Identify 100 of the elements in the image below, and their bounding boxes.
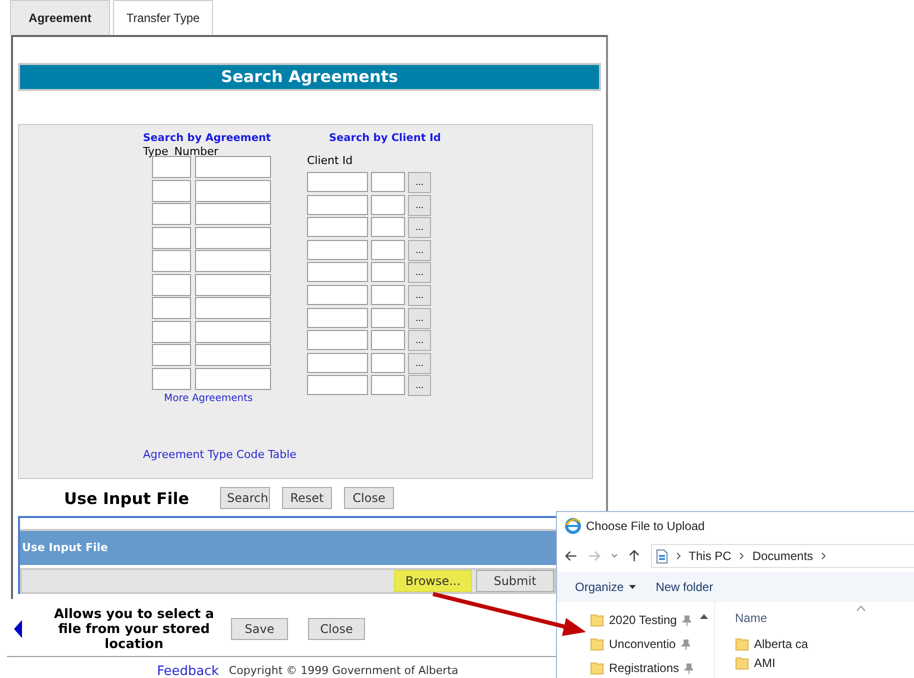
address-bar[interactable]: This PC Documents [650, 544, 914, 568]
client-id-field[interactable] [307, 284, 368, 305]
number-field[interactable] [195, 180, 271, 202]
client-id-field[interactable] [307, 194, 368, 215]
client-id-field[interactable] [307, 330, 368, 350]
lookup-button[interactable]: ... [408, 172, 431, 193]
type-field[interactable] [152, 344, 191, 366]
lookup-button[interactable]: ... [408, 330, 431, 352]
forward-arrow-icon [588, 550, 600, 562]
copyright-text: Copyright © 1999 Government of Alberta [228, 664, 458, 678]
organize-button[interactable]: Organize [575, 580, 636, 594]
lookup-button[interactable]: ... [408, 217, 431, 238]
callout-heading: Use Input File [63, 488, 190, 508]
page-title: Search Agreements [18, 63, 601, 91]
tab[interactable]: Transfer Type [113, 0, 213, 35]
form-button[interactable]: Close [308, 618, 365, 640]
lookup-button[interactable]: ... [408, 375, 431, 396]
number-field[interactable] [195, 250, 271, 272]
folder-name: 2020 Testing [609, 613, 677, 627]
chevron-right-icon [821, 552, 826, 560]
submit-button[interactable]: Submit [476, 570, 554, 592]
file-path-field[interactable]: Browse... Submit [20, 568, 556, 594]
type-field[interactable] [152, 250, 191, 272]
folder-name: Unconventio [609, 637, 676, 651]
chevron-down-icon [611, 553, 618, 559]
number-field[interactable] [195, 297, 271, 319]
feedback-link[interactable]: Feedback [157, 664, 219, 678]
form-button[interactable]: Save [231, 618, 288, 640]
breadcrumb-item[interactable]: Documents [752, 549, 814, 563]
back-arrow-icon [565, 550, 578, 562]
panel-header: Use Input File [20, 529, 556, 565]
column-header[interactable]: Name [735, 611, 768, 625]
new-folder-button[interactable]: New folder [656, 580, 714, 594]
folder-icon [590, 637, 604, 651]
column-label: Number [174, 147, 218, 156]
client-suffix-field[interactable] [371, 217, 405, 238]
chevron-right-icon [676, 552, 681, 560]
caret-icon [628, 585, 636, 589]
number-field[interactable] [195, 320, 271, 342]
client-suffix-field[interactable] [371, 308, 405, 328]
column-label: Type [143, 147, 168, 156]
client-suffix-field[interactable] [371, 172, 405, 192]
client-suffix-field[interactable] [371, 284, 405, 305]
type-field[interactable] [152, 203, 191, 225]
folder-icon [590, 613, 604, 627]
lookup-button[interactable]: ... [408, 308, 431, 329]
number-field[interactable] [195, 368, 271, 390]
number-field[interactable] [195, 226, 271, 248]
folder-icon [735, 636, 749, 650]
type-field[interactable] [152, 274, 191, 296]
form-button[interactable]: Close [344, 487, 394, 509]
client-id-field[interactable] [307, 308, 368, 328]
client-id-field[interactable] [307, 375, 368, 396]
field-label: Client Id [307, 153, 354, 169]
client-suffix-field[interactable] [371, 352, 405, 373]
up-arrow-icon [629, 549, 640, 563]
breadcrumb-item[interactable]: This PC [688, 549, 732, 563]
dialog-title: Choose File to Upload [586, 519, 705, 533]
callout-note: Allows you to select a file from your stored location [52, 606, 216, 652]
client-id-field[interactable] [307, 217, 368, 238]
document-icon [656, 548, 668, 564]
lookup-button[interactable]: ... [408, 262, 431, 284]
browse-button[interactable]: Browse... [394, 570, 472, 592]
type-field[interactable] [152, 368, 191, 390]
scroll-up-icon [700, 614, 708, 619]
folder-icon [735, 656, 749, 670]
left-triangle-icon [14, 620, 22, 638]
number-field[interactable] [195, 156, 271, 178]
lookup-button[interactable]: ... [408, 194, 431, 216]
folder-name: Alberta ca [754, 636, 808, 650]
client-suffix-field[interactable] [371, 262, 405, 282]
client-suffix-field[interactable] [371, 375, 405, 396]
form-button[interactable]: Reset [282, 487, 332, 509]
client-id-field[interactable] [307, 172, 368, 192]
section-heading: Search by Agreement [143, 132, 272, 146]
client-suffix-field[interactable] [371, 240, 405, 260]
type-field[interactable] [152, 320, 191, 342]
client-id-field[interactable] [307, 352, 368, 373]
lookup-button[interactable]: ... [408, 352, 431, 374]
type-field[interactable] [152, 156, 191, 178]
number-field[interactable] [195, 274, 271, 296]
chevron-right-icon [739, 552, 744, 560]
sort-caret-icon [857, 606, 865, 611]
folder-icon [590, 661, 604, 675]
lookup-button[interactable]: ... [408, 284, 431, 306]
form-button[interactable]: Search [220, 487, 270, 509]
type-field[interactable] [152, 180, 191, 202]
type-field[interactable] [152, 297, 191, 319]
tab[interactable]: Agreement [10, 0, 110, 35]
client-id-field[interactable] [307, 262, 368, 282]
number-field[interactable] [195, 203, 271, 225]
type-field[interactable] [152, 226, 191, 248]
client-suffix-field[interactable] [371, 330, 405, 350]
client-id-field[interactable] [307, 240, 368, 260]
section-heading: Search by Client Id [328, 132, 441, 146]
number-field[interactable] [195, 344, 271, 366]
code-table-link[interactable]: Agreement Type Code Table [143, 448, 296, 461]
more-agreements-link[interactable]: More Agreements [164, 393, 293, 404]
lookup-button[interactable]: ... [408, 240, 431, 261]
client-suffix-field[interactable] [371, 194, 405, 215]
